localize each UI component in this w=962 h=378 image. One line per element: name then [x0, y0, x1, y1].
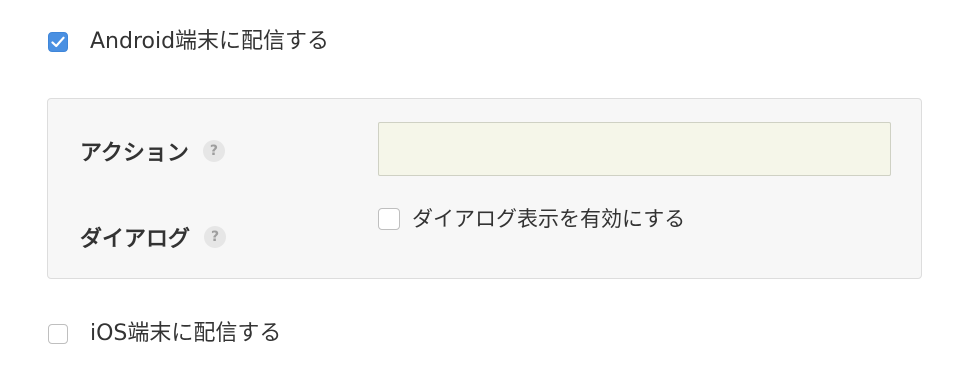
ios-deliver-checkbox[interactable] — [48, 324, 68, 344]
dialog-label-text: ダイアログ — [80, 227, 191, 252]
android-deliver-option[interactable]: Android端末に配信する — [48, 28, 329, 56]
dialog-field-label: ダイアログ ? — [80, 221, 227, 253]
ios-deliver-option[interactable]: iOS端末に配信する — [48, 320, 281, 348]
action-label-text: アクション — [80, 141, 189, 166]
android-settings-panel: アクション ? ダイアログ ? ダイアログ表示を有効にする — [47, 98, 922, 279]
action-field-label: アクション ? — [80, 135, 225, 167]
check-icon — [51, 36, 65, 48]
dialog-enable-label[interactable]: ダイアログ表示を有効にする — [412, 205, 685, 233]
action-input[interactable] — [378, 122, 891, 176]
android-deliver-label[interactable]: Android端末に配信する — [90, 28, 329, 56]
android-deliver-checkbox[interactable] — [48, 32, 68, 52]
dialog-enable-option[interactable]: ダイアログ表示を有効にする — [378, 205, 685, 233]
ios-deliver-label[interactable]: iOS端末に配信する — [90, 320, 281, 348]
help-icon[interactable]: ? — [202, 140, 225, 162]
help-icon[interactable]: ? — [204, 226, 227, 248]
dialog-enable-checkbox[interactable] — [378, 208, 400, 230]
